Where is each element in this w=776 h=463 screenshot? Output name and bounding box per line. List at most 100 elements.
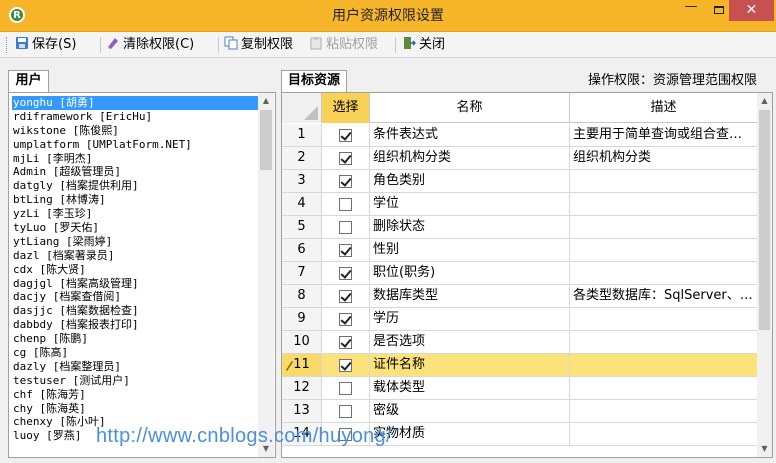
list-item[interactable]: datgly [档案提供利用] [12,179,258,193]
resource-description-cell[interactable] [570,354,758,376]
table-row[interactable]: 10 是否选项 [282,331,758,354]
maximize-button[interactable] [705,0,732,21]
list-item[interactable]: dagjgl [档案高级管理] [12,277,258,291]
table-row[interactable]: 11 证件名称 [282,354,758,377]
resource-name-cell[interactable]: 密级 [370,400,570,422]
tab-users[interactable]: 用户 [8,70,49,92]
scroll-thumb[interactable] [759,110,770,330]
list-item[interactable]: rdiframework [EricHu] [12,110,258,124]
resource-description-cell[interactable]: 各类型数据库：SqlServer、… [570,285,758,307]
table-row[interactable]: 5 删除状态 [282,216,758,239]
resource-description-cell[interactable] [570,193,758,215]
paste-permissions-button[interactable]: 粘贴权限 [309,35,378,55]
resource-name-cell[interactable]: 实物材质 [370,423,570,445]
list-item[interactable]: Admin [超级管理员] [12,165,258,179]
list-item[interactable]: btLing [林博涛] [12,193,258,207]
list-item[interactable]: yzLi [李玉珍] [12,207,258,221]
table-row[interactable]: 8 数据库类型 各类型数据库：SqlServer、… [282,285,758,308]
user-list-scrollbar[interactable]: ▲ ▼ [258,93,274,457]
select-checkbox[interactable] [339,221,352,234]
column-header-description[interactable]: 描述 [570,93,758,123]
list-item[interactable]: testuser [测试用户] [12,374,258,388]
list-item[interactable]: yonghu [胡勇] [12,96,258,110]
resource-name-cell[interactable]: 学位 [370,193,570,215]
resource-name-cell[interactable]: 是否选项 [370,331,570,353]
copy-permissions-button[interactable]: 复制权限 [224,35,293,55]
select-all-corner[interactable] [282,93,322,123]
list-item[interactable]: dazl [档案著录员] [12,249,258,263]
select-checkbox[interactable] [339,359,352,372]
list-item[interactable]: dacjy [档案查借阅] [12,290,258,304]
select-checkbox[interactable] [339,129,352,142]
resource-name-cell[interactable]: 角色类别 [370,170,570,192]
select-checkbox[interactable] [339,244,352,257]
resource-description-cell[interactable] [570,216,758,238]
resource-description-cell[interactable]: 主要用于简单查询或组合查… [570,124,758,146]
list-item[interactable]: dazly [档案整理员] [12,360,258,374]
resource-name-cell[interactable]: 载体类型 [370,377,570,399]
list-item[interactable]: cg [陈高] [12,346,258,360]
list-item[interactable]: tyLuo [罗天佑] [12,221,258,235]
list-item[interactable]: wikstone [陈俊熙] [12,124,258,138]
table-row[interactable]: 7 职位(职务) [282,262,758,285]
select-checkbox[interactable] [339,198,352,211]
table-row[interactable]: 2 组织机构分类 组织机构分类 [282,147,758,170]
select-checkbox[interactable] [339,336,352,349]
toolbar-grip[interactable] [6,37,9,53]
resource-description-cell[interactable] [570,377,758,399]
resource-name-cell[interactable]: 条件表达式 [370,124,570,146]
list-item[interactable]: dasjjc [档案数据检查] [12,304,258,318]
table-row[interactable]: 9 学历 [282,308,758,331]
list-item[interactable]: mjLi [李明杰] [12,152,258,166]
table-row[interactable]: 3 角色类别 [282,170,758,193]
scroll-down-arrow-icon[interactable]: ▼ [757,441,772,457]
resource-description-cell[interactable] [570,400,758,422]
tab-target-resources[interactable]: 目标资源 [281,70,347,92]
resource-name-cell[interactable]: 职位(职务) [370,262,570,284]
table-row[interactable]: 13 密级 [282,400,758,423]
resource-description-cell[interactable] [570,239,758,261]
resource-description-cell[interactable] [570,308,758,330]
table-row[interactable]: 12 载体类型 [282,377,758,400]
resource-name-cell[interactable]: 证件名称 [370,354,570,376]
select-checkbox[interactable] [339,405,352,418]
resource-description-cell[interactable] [570,262,758,284]
close-button[interactable]: 关闭 [402,35,445,55]
list-item[interactable]: cdx [陈大贤] [12,263,258,277]
grid-scrollbar[interactable]: ▲ ▼ [757,93,772,457]
resource-description-cell[interactable] [570,170,758,192]
select-checkbox[interactable] [339,152,352,165]
resource-description-cell[interactable] [570,423,758,445]
table-row[interactable]: 4 学位 [282,193,758,216]
list-item[interactable]: chf [陈海芳] [12,388,258,402]
scroll-up-arrow-icon[interactable]: ▲ [757,93,772,109]
list-item[interactable]: ytLiang [梁雨婷] [12,235,258,249]
scroll-thumb[interactable] [260,110,272,170]
resource-name-cell[interactable]: 删除状态 [370,216,570,238]
select-checkbox[interactable] [339,175,352,188]
resource-name-cell[interactable]: 数据库类型 [370,285,570,307]
list-item[interactable]: chy [陈海英] [12,402,258,416]
column-header-select[interactable]: 选择 [322,93,370,123]
select-checkbox[interactable] [339,382,352,395]
select-checkbox[interactable] [339,313,352,326]
list-item[interactable]: chenp [陈鹏] [12,332,258,346]
clear-permissions-button[interactable]: 清除权限(C) [106,35,194,55]
resource-name-cell[interactable]: 组织机构分类 [370,147,570,169]
select-checkbox[interactable] [339,290,352,303]
user-list[interactable]: yonghu [胡勇] rdiframework [EricHu] wikstone… [12,96,258,454]
resource-description-cell[interactable]: 组织机构分类 [570,147,758,169]
resource-name-cell[interactable]: 性别 [370,239,570,261]
minimize-button[interactable]: — [677,0,705,21]
save-button[interactable]: 保存(S) [15,35,76,55]
list-item[interactable]: dabbdy [档案报表打印] [12,318,258,332]
table-row[interactable]: 6 性别 [282,239,758,262]
table-row[interactable]: 1 条件表达式 主要用于简单查询或组合查… [282,124,758,147]
column-header-name[interactable]: 名称 [370,93,570,123]
resource-name-cell[interactable]: 学历 [370,308,570,330]
select-checkbox[interactable] [339,267,352,280]
resource-description-cell[interactable] [570,331,758,353]
close-window-button[interactable]: ✕ [729,0,774,21]
scroll-up-arrow-icon[interactable]: ▲ [258,93,274,109]
list-item[interactable]: umplatform [UMPlatForm.NET] [12,138,258,152]
